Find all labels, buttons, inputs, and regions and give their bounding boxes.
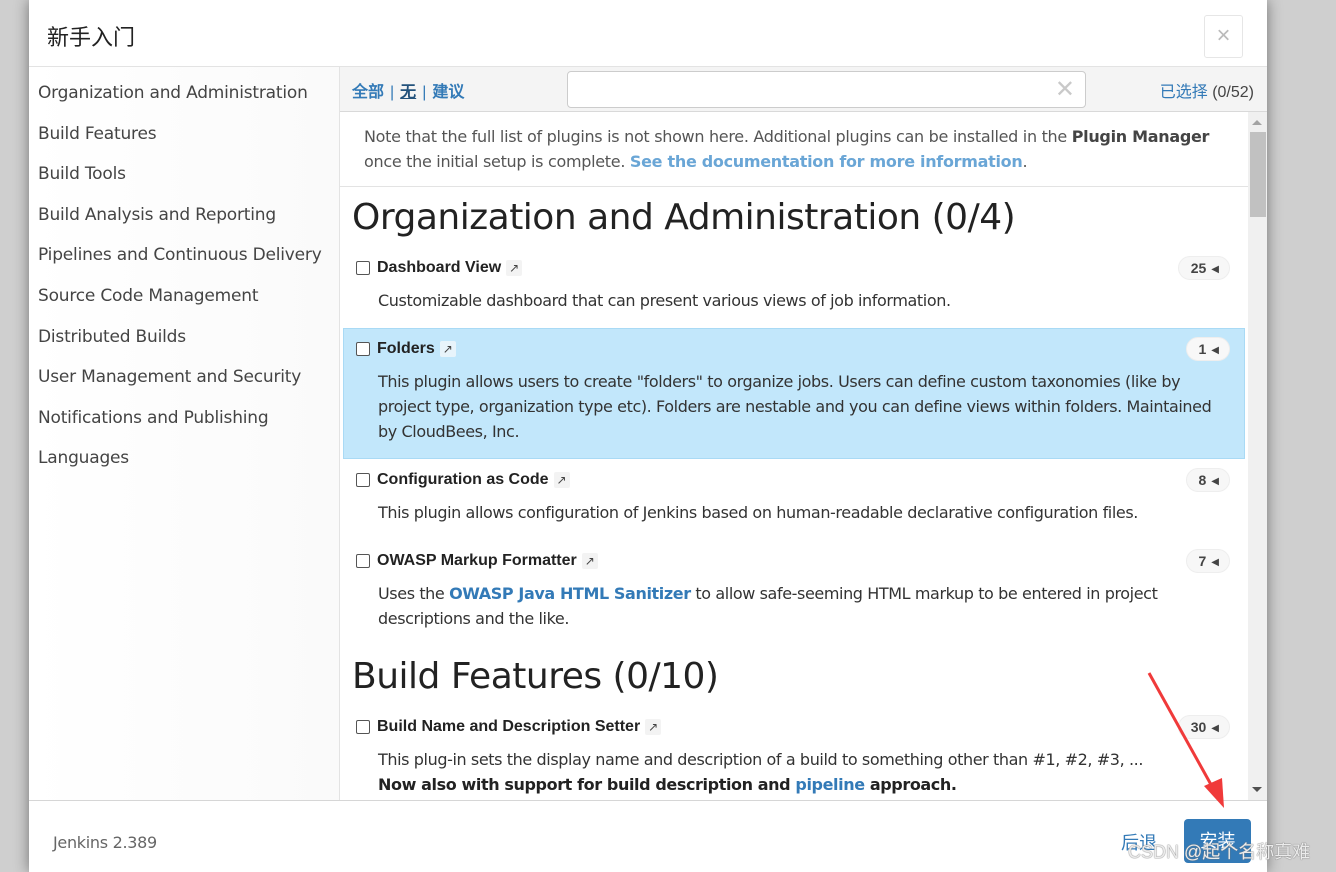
filter-all-link[interactable]: 全部 — [352, 84, 384, 101]
plugin-description: This plugin allows users to create "fold… — [378, 372, 1212, 441]
sidebar-item-organization-and-administration[interactable]: Organization and Administration — [29, 73, 339, 114]
filter-links: 全部 | 无 | 建议 — [352, 78, 464, 102]
selected-link[interactable]: 已选择 — [1160, 84, 1208, 101]
filter-suggested-link[interactable]: 建议 — [432, 84, 464, 101]
description-text: Now also with support for build descript… — [378, 775, 796, 794]
separator: | — [422, 84, 427, 101]
plugin-name[interactable]: Configuration as Code — [377, 471, 549, 489]
plugin-note: Note that the full list of plugins is no… — [340, 112, 1248, 187]
sidebar-item-build-analysis-and-reporting[interactable]: Build Analysis and Reporting — [29, 195, 339, 236]
pipeline-link[interactable]: pipeline — [795, 775, 865, 794]
plugin-checkbox[interactable] — [356, 473, 370, 487]
external-link-icon[interactable]: ↗ — [553, 472, 570, 488]
dependency-count: 8 — [1198, 472, 1207, 488]
scrollbar-thumb[interactable] — [1250, 132, 1266, 217]
description-text: Uses the — [378, 584, 450, 603]
documentation-link[interactable]: See the documentation for more informati… — [630, 152, 1023, 171]
caret-left-icon: ◀ — [1211, 476, 1219, 487]
note-text: Note that the full list of plugins is no… — [364, 127, 1072, 146]
plugin-checkbox[interactable] — [356, 261, 370, 275]
sidebar-item-build-tools[interactable]: Build Tools — [29, 154, 339, 195]
plugin-name[interactable]: Build Name and Description Setter — [377, 718, 640, 736]
sidebar-item-build-features[interactable]: Build Features — [29, 114, 339, 155]
plugin-description: This plug-in sets the display name and d… — [378, 747, 1230, 797]
plugin-description: Customizable dashboard that can present … — [378, 291, 951, 310]
modal-footer: Jenkins 2.389 后退 安装 — [29, 800, 1267, 872]
external-link-icon[interactable]: ↗ — [506, 260, 523, 276]
plugin-manager-label: Plugin Manager — [1071, 127, 1210, 146]
selected-count: 已选择 (0/52) — [1160, 78, 1254, 102]
description-text: This plug-in sets the display name and d… — [378, 750, 1143, 769]
modal-header: 新手入门 × — [29, 0, 1267, 67]
selected-count-value: (0/52) — [1212, 84, 1254, 101]
caret-left-icon: ◀ — [1211, 264, 1219, 275]
description-text: approach. — [864, 775, 957, 794]
owasp-sanitizer-link[interactable]: OWASP Java HTML Sanitizer — [449, 584, 691, 603]
jenkins-version: Jenkins 2.389 — [53, 833, 157, 852]
external-link-icon[interactable]: ↗ — [645, 719, 662, 735]
note-text: once the initial setup is complete. — [364, 152, 630, 171]
sidebar-item-notifications-and-publishing[interactable]: Notifications and Publishing — [29, 398, 339, 439]
caret-left-icon: ◀ — [1211, 557, 1219, 568]
plugin-description: Uses the OWASP Java HTML Sanitizer to al… — [378, 581, 1230, 631]
plugin-search-box: ✕ — [567, 71, 1086, 108]
scroll-down-arrow-icon[interactable] — [1252, 787, 1262, 792]
note-text: . — [1022, 152, 1028, 171]
plugin-item-build-name-setter: Build Name and Description Setter ↗ 30 ◀ … — [343, 706, 1245, 800]
external-link-icon[interactable]: ↗ — [581, 553, 598, 569]
dependencies-badge[interactable]: 7 ◀ — [1185, 549, 1230, 573]
clear-search-icon[interactable]: ✕ — [1055, 77, 1075, 103]
description-strong: Now also with support for build descript… — [378, 772, 1230, 797]
plugin-name[interactable]: Folders — [377, 340, 435, 358]
dependencies-badge[interactable]: 8 ◀ — [1185, 468, 1230, 492]
modal-title: 新手入门 — [47, 26, 136, 51]
plugin-checkbox[interactable] — [356, 342, 370, 356]
plugin-name[interactable]: OWASP Markup Formatter — [377, 552, 577, 570]
plugin-list-scrollbar[interactable] — [1248, 112, 1267, 800]
install-button[interactable]: 安装 — [1184, 819, 1251, 863]
category-sidebar: Organization and Administration Build Fe… — [29, 67, 340, 800]
sidebar-item-user-management-and-security[interactable]: User Management and Security — [29, 357, 339, 398]
section-title-organization: Organization and Administration (0/4) — [352, 197, 1016, 238]
section-title-build-features: Build Features (0/10) — [352, 656, 719, 697]
dependency-count: 1 — [1198, 341, 1207, 357]
plugin-description: This plugin allows configuration of Jenk… — [378, 503, 1138, 522]
filter-none-link[interactable]: 无 — [400, 84, 416, 101]
dependency-count: 7 — [1198, 553, 1207, 569]
caret-left-icon: ◀ — [1211, 723, 1219, 734]
scroll-up-arrow-icon[interactable] — [1252, 120, 1262, 125]
dependency-count: 25 — [1190, 260, 1207, 276]
separator: | — [390, 84, 395, 101]
plugin-name[interactable]: Dashboard View — [377, 259, 501, 277]
external-link-icon[interactable]: ↗ — [439, 341, 456, 357]
plugin-toolbar: 全部 | 无 | 建议 ✕ 已选择 (0/52) — [340, 67, 1267, 112]
sidebar-item-distributed-builds[interactable]: Distributed Builds — [29, 317, 339, 358]
plugin-item-owasp-markup-formatter: OWASP Markup Formatter ↗ 7 ◀ Uses the OWA… — [343, 540, 1245, 646]
sidebar-item-pipelines-and-continuous-delivery[interactable]: Pipelines and Continuous Delivery — [29, 235, 339, 276]
sidebar-item-source-code-management[interactable]: Source Code Management — [29, 276, 339, 317]
plugin-item-configuration-as-code: Configuration as Code ↗ 8 ◀ This plugin a… — [343, 459, 1245, 540]
plugin-list: Note that the full list of plugins is no… — [340, 112, 1248, 800]
close-icon: × — [1216, 22, 1231, 49]
dependencies-badge[interactable]: 25 ◀ — [1177, 256, 1230, 280]
plugin-checkbox[interactable] — [356, 554, 370, 568]
sidebar-item-languages[interactable]: Languages — [29, 438, 339, 479]
dependency-count: 30 — [1190, 719, 1207, 735]
plugin-search-input[interactable] — [568, 72, 1048, 107]
setup-wizard-modal: 新手入门 × Organization and Administration B… — [29, 0, 1267, 872]
plugin-checkbox[interactable] — [356, 720, 370, 734]
dependencies-badge[interactable]: 1 ◀ — [1185, 337, 1230, 361]
caret-left-icon: ◀ — [1211, 345, 1219, 356]
back-button[interactable]: 后退 — [1121, 829, 1157, 855]
plugin-item-folders: Folders ↗ 1 ◀ This plugin allows users to… — [343, 328, 1245, 459]
dependencies-badge[interactable]: 30 ◀ — [1177, 715, 1230, 739]
close-button[interactable]: × — [1204, 15, 1243, 58]
plugin-item-dashboard-view: Dashboard View ↗ 25 ◀ Customizable dashbo… — [343, 247, 1245, 328]
